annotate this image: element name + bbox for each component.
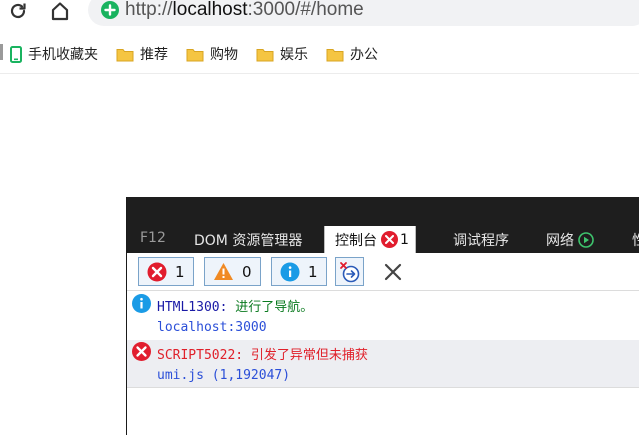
warning-icon: [213, 262, 234, 281]
log-text: 进行了导航。: [235, 300, 314, 315]
browser-toolbar: http://localhost:3000/#/home: [0, 0, 639, 26]
clear-on-navigate-button[interactable]: [335, 257, 364, 286]
bookmark-mobile-favorites[interactable]: 手机收藏夹: [10, 43, 98, 65]
console-log: HTML1300: 进行了导航。 localhost:3000 SCRIPT50…: [127, 292, 639, 388]
tab-network-label: 网络: [546, 233, 574, 249]
url-text[interactable]: http://localhost:3000/#/home: [125, 0, 364, 21]
log-entry-source[interactable]: umi.js (1,192047): [127, 364, 639, 388]
bookmark-shopping[interactable]: 购物: [186, 43, 238, 65]
bookmark-office[interactable]: 办公: [326, 43, 378, 65]
bookmark-entertainment[interactable]: 娱乐: [256, 43, 308, 65]
error-icon: [147, 262, 167, 282]
tab-debugger[interactable]: 调试程序: [453, 230, 509, 250]
bookmark-recommend[interactable]: 推荐: [116, 43, 168, 65]
log-source-link[interactable]: localhost:3000: [157, 320, 267, 335]
folder-icon: [326, 47, 344, 62]
log-entry-info[interactable]: HTML1300: 进行了导航。: [127, 292, 639, 316]
tab-console-label: 控制台: [335, 232, 377, 249]
log-message: HTML1300: 进行了导航。: [157, 296, 313, 315]
tab-console-error-count: 1: [400, 231, 409, 248]
bookmark-label: 娱乐: [280, 47, 308, 63]
tab-performance[interactable]: 性: [632, 230, 639, 250]
info-filter-button[interactable]: 1: [271, 257, 327, 286]
tab-network[interactable]: 网络: [546, 230, 594, 250]
info-count: 1: [308, 262, 318, 281]
bookmarks-separator: [0, 73, 639, 74]
tab-f12[interactable]: F12: [140, 230, 166, 246]
record-play-icon: [578, 232, 594, 248]
error-icon: [132, 342, 151, 361]
phone-icon: [10, 45, 22, 63]
log-code: SCRIPT5022:: [157, 348, 244, 363]
log-entry-source[interactable]: localhost:3000: [127, 316, 639, 340]
log-code: HTML1300:: [157, 300, 228, 315]
bookmark-label: 手机收藏夹: [28, 47, 98, 63]
tab-dom-explorer[interactable]: DOM 资源管理器: [194, 230, 302, 250]
folder-icon: [256, 47, 274, 62]
clear-console-button[interactable]: [378, 257, 407, 286]
bookmark-label: 推荐: [140, 47, 168, 63]
bookmark-label: 购物: [210, 47, 238, 63]
bookmark-label: 办公: [350, 47, 378, 63]
errors-count: 1: [175, 262, 185, 281]
url-path: :3000/#/home: [247, 0, 364, 20]
bookmarks-bar: 手机收藏夹 推荐 购物 娱乐 办公: [0, 38, 639, 68]
console-toolbar: 1 0 1: [127, 253, 639, 291]
clear-on-navigate-icon: [339, 261, 361, 283]
url-host: localhost: [172, 0, 248, 20]
devtools-tab-bar: F12 DOM 资源管理器 控制台 1 调试程序 网络 性: [127, 197, 639, 253]
secure-icon: [101, 1, 119, 19]
log-entry-error[interactable]: SCRIPT5022: 引发了异常但未捕获: [127, 340, 639, 364]
log-text: 引发了异常但未捕获: [250, 348, 368, 363]
refresh-icon: [10, 3, 26, 19]
error-icon: [381, 231, 398, 248]
devtools-panel: F12 DOM 资源管理器 控制台 1 调试程序 网络 性 1: [126, 197, 639, 435]
warnings-filter-button[interactable]: 0: [204, 257, 261, 286]
folder-icon: [186, 47, 204, 62]
refresh-button[interactable]: [6, 0, 30, 22]
warnings-count: 0: [242, 262, 252, 281]
folder-icon: [116, 47, 134, 62]
home-button[interactable]: [48, 0, 72, 22]
info-icon: [280, 262, 300, 282]
url-prefix: http://: [125, 0, 173, 20]
errors-filter-button[interactable]: 1: [138, 257, 194, 286]
log-source-link[interactable]: umi.js (1,192047): [157, 368, 290, 383]
log-message: SCRIPT5022: 引发了异常但未捕获: [157, 344, 368, 363]
close-icon: [383, 262, 403, 282]
home-icon: [51, 2, 69, 21]
info-icon: [132, 294, 151, 313]
tab-console[interactable]: 控制台 1: [324, 226, 416, 253]
